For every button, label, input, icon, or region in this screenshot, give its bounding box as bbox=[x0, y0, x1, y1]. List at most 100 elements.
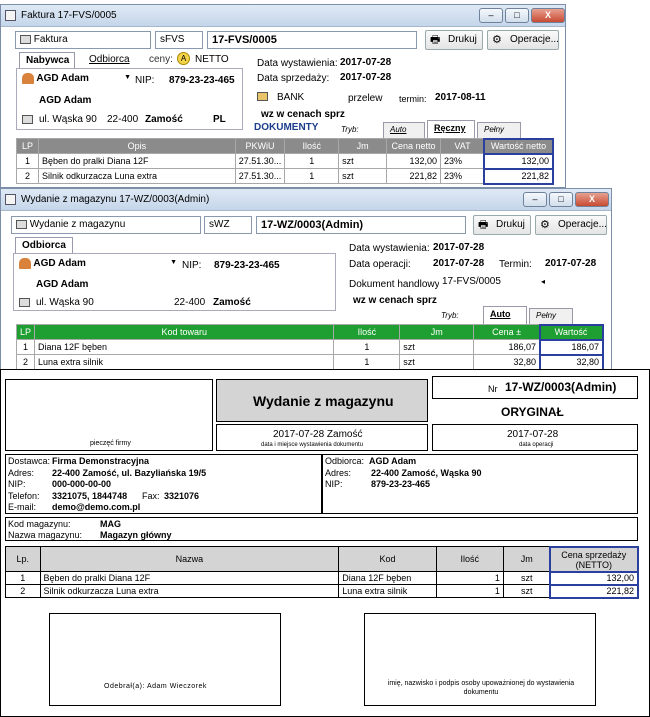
col-qty[interactable]: Ilość bbox=[333, 324, 401, 340]
table-row[interactable]: 2 Silnik odkurzacza Luna extra 27.51.30.… bbox=[16, 167, 554, 185]
supplier-address: 22-400 Zamość, ul. Bazyliańska 19/5 bbox=[52, 468, 207, 478]
street: ul. Wąska 90 bbox=[36, 297, 94, 308]
term-date[interactable]: 2017-08-11 bbox=[435, 92, 486, 103]
stamp-label: pieczęć firmy bbox=[90, 440, 131, 447]
window-icon bbox=[5, 194, 16, 205]
tab-mode-auto[interactable]: Auto bbox=[483, 306, 527, 324]
operations-button[interactable]: ⚙ Operacje... bbox=[535, 215, 607, 235]
series-field[interactable]: sWZ bbox=[204, 216, 252, 234]
cell: 1 bbox=[284, 153, 340, 169]
op-date[interactable]: 2017-07-28 bbox=[433, 258, 484, 269]
tab-mode-full[interactable]: Pełny bbox=[477, 122, 521, 138]
cell: szt bbox=[338, 153, 388, 169]
warehouse-code-label: Kod magazynu: bbox=[8, 519, 71, 529]
cell: 1 bbox=[15, 339, 36, 355]
tab-recipient[interactable]: Odbiorca bbox=[15, 237, 73, 253]
close-button[interactable]: X bbox=[531, 8, 565, 23]
tab-mode-auto[interactable]: Auto bbox=[383, 122, 425, 138]
trade-doc-arrow-icon[interactable]: ◂ bbox=[541, 277, 545, 286]
col-lp[interactable]: LP bbox=[15, 324, 36, 340]
tab-mode-manual[interactable]: Ręczny bbox=[427, 120, 475, 138]
table-row[interactable]: 1 Bęben do pralki Diana 12F 27.51.30... … bbox=[16, 152, 554, 170]
price-mode: NETTO bbox=[195, 54, 229, 65]
doc-title: Wydanie z magazynu bbox=[253, 393, 394, 409]
series-field[interactable]: sFVS bbox=[155, 31, 203, 49]
col-net-price[interactable]: Cena netto bbox=[386, 138, 442, 154]
client-select[interactable]: AGD Adam ▼ bbox=[17, 257, 179, 273]
cell: 1 bbox=[5, 571, 41, 585]
doc-number-field[interactable]: 17-WZ/0003(Admin) bbox=[256, 216, 466, 234]
cell: 2 bbox=[16, 168, 39, 184]
maximize-button[interactable]: □ bbox=[549, 192, 573, 207]
close-button[interactable]: X bbox=[575, 192, 609, 207]
cell[interactable]: Bęben do pralki Diana 12F bbox=[37, 153, 236, 169]
col-qty[interactable]: Ilość bbox=[284, 138, 340, 154]
client-select[interactable]: AGD Adam ▼ bbox=[20, 72, 133, 88]
documents-label: DOKUMENTY bbox=[254, 122, 319, 133]
term-date[interactable]: 2017-07-28 bbox=[545, 258, 596, 269]
cell[interactable]: Silnik odkurzacza Luna extra bbox=[37, 168, 236, 184]
col-unit[interactable]: Jm bbox=[399, 324, 475, 340]
issuer-signature-box: imię, nazwisko i podpis osoby upoważnion… bbox=[364, 613, 596, 706]
warehouse-release-window: Wydanie z magazynu 17-WZ/0003(Admin) – □… bbox=[0, 188, 612, 371]
original-label: ORYGINAŁ bbox=[501, 405, 564, 419]
release-titlebar[interactable]: Wydanie z magazynu 17-WZ/0003(Admin) – □… bbox=[1, 189, 611, 211]
doc-type-field[interactable]: Faktura bbox=[15, 31, 151, 49]
cell[interactable]: Diana 12F bęben bbox=[34, 339, 335, 355]
warehouse-code: MAG bbox=[100, 519, 121, 529]
col-code: Kod bbox=[338, 546, 437, 572]
col-vat[interactable]: VAT bbox=[440, 138, 485, 154]
tab-mode-full[interactable]: Pełny bbox=[529, 308, 573, 324]
payment-method[interactable]: przelew bbox=[348, 93, 382, 104]
recipient-label: Odbiorca: bbox=[325, 456, 365, 466]
cell: 32,80 bbox=[473, 354, 541, 370]
print-button[interactable]: 🖶 Drukuj bbox=[425, 30, 483, 50]
client-name: AGD Adam bbox=[36, 279, 89, 290]
cell: 1 bbox=[333, 354, 401, 370]
cell: Luna extra silnik bbox=[338, 584, 437, 598]
col-unit[interactable]: Jm bbox=[338, 138, 388, 154]
minimize-button[interactable]: – bbox=[479, 8, 503, 23]
col-price[interactable]: Cena ± bbox=[473, 324, 541, 340]
tab-buyer[interactable]: Nabywca bbox=[19, 52, 75, 68]
minimize-button[interactable]: – bbox=[523, 192, 547, 207]
doc-icon bbox=[16, 219, 27, 229]
doc-type-field[interactable]: Wydanie z magazynu bbox=[11, 216, 201, 234]
col-desc[interactable]: Opis bbox=[37, 138, 236, 154]
doc-number-field[interactable]: 17-FVS/0005 bbox=[207, 31, 417, 49]
recipient-nip-label: NIP: bbox=[325, 479, 343, 489]
col-lp[interactable]: LP bbox=[16, 138, 39, 154]
maximize-button[interactable]: □ bbox=[505, 8, 529, 23]
issue-date[interactable]: 2017-07-28 bbox=[433, 242, 484, 253]
print-button[interactable]: 🖶 Drukuj bbox=[473, 215, 531, 235]
window-title: Wydanie z magazynu 17-WZ/0003(Admin) bbox=[21, 194, 210, 205]
issue-date[interactable]: 2017-07-28 bbox=[340, 57, 391, 68]
window-icon bbox=[5, 10, 16, 21]
gear-icon: ⚙ bbox=[540, 219, 550, 231]
col-pkwiu[interactable]: PKWiU bbox=[234, 138, 286, 154]
cell: 132,00 bbox=[483, 152, 554, 170]
sale-date[interactable]: 2017-07-28 bbox=[340, 72, 391, 83]
trade-doc-field[interactable]: 17-FVS/0005 bbox=[439, 275, 539, 291]
table-row[interactable]: 1 Diana 12F bęben 1 szt 186,07 186,07 bbox=[15, 338, 604, 356]
doc-icon bbox=[20, 34, 31, 44]
col-net-value[interactable]: Wartość netto bbox=[483, 137, 554, 155]
col-code[interactable]: Kod towaru bbox=[34, 324, 335, 340]
recipient-panel: AGD Adam ▼ NIP: 879-23-23-465 AGD Adam ul… bbox=[13, 253, 336, 311]
term-label: Termin: bbox=[499, 259, 532, 270]
email: demo@demo.com.pl bbox=[52, 502, 141, 512]
tab-recipient[interactable]: Odbiorca bbox=[89, 54, 130, 65]
invoice-items-table: LP Opis PKWiU Ilość Jm Cena netto VAT Wa… bbox=[16, 137, 554, 185]
col-value[interactable]: Wartość bbox=[538, 323, 604, 341]
nip-value: 879-23-23-465 bbox=[214, 260, 280, 271]
cell[interactable]: Luna extra silnik bbox=[34, 354, 335, 370]
operations-button[interactable]: ⚙ Operacje... bbox=[487, 30, 559, 50]
client-name: AGD Adam bbox=[39, 95, 92, 106]
wz-label: wz w cenach sprz bbox=[353, 295, 437, 306]
table-row: 1 Bęben do pralki Diana 12F Diana 12F bę… bbox=[5, 570, 639, 586]
table-row[interactable]: 2 Luna extra silnik 1 szt 32,80 32,80 bbox=[15, 353, 604, 371]
sale-date-label: Data sprzedaży: bbox=[257, 73, 330, 84]
cell: Diana 12F bęben bbox=[338, 571, 437, 585]
supplier-address-label: Adres: bbox=[8, 468, 35, 478]
invoice-titlebar[interactable]: Faktura 17-FVS/0005 – □ X bbox=[1, 5, 565, 27]
